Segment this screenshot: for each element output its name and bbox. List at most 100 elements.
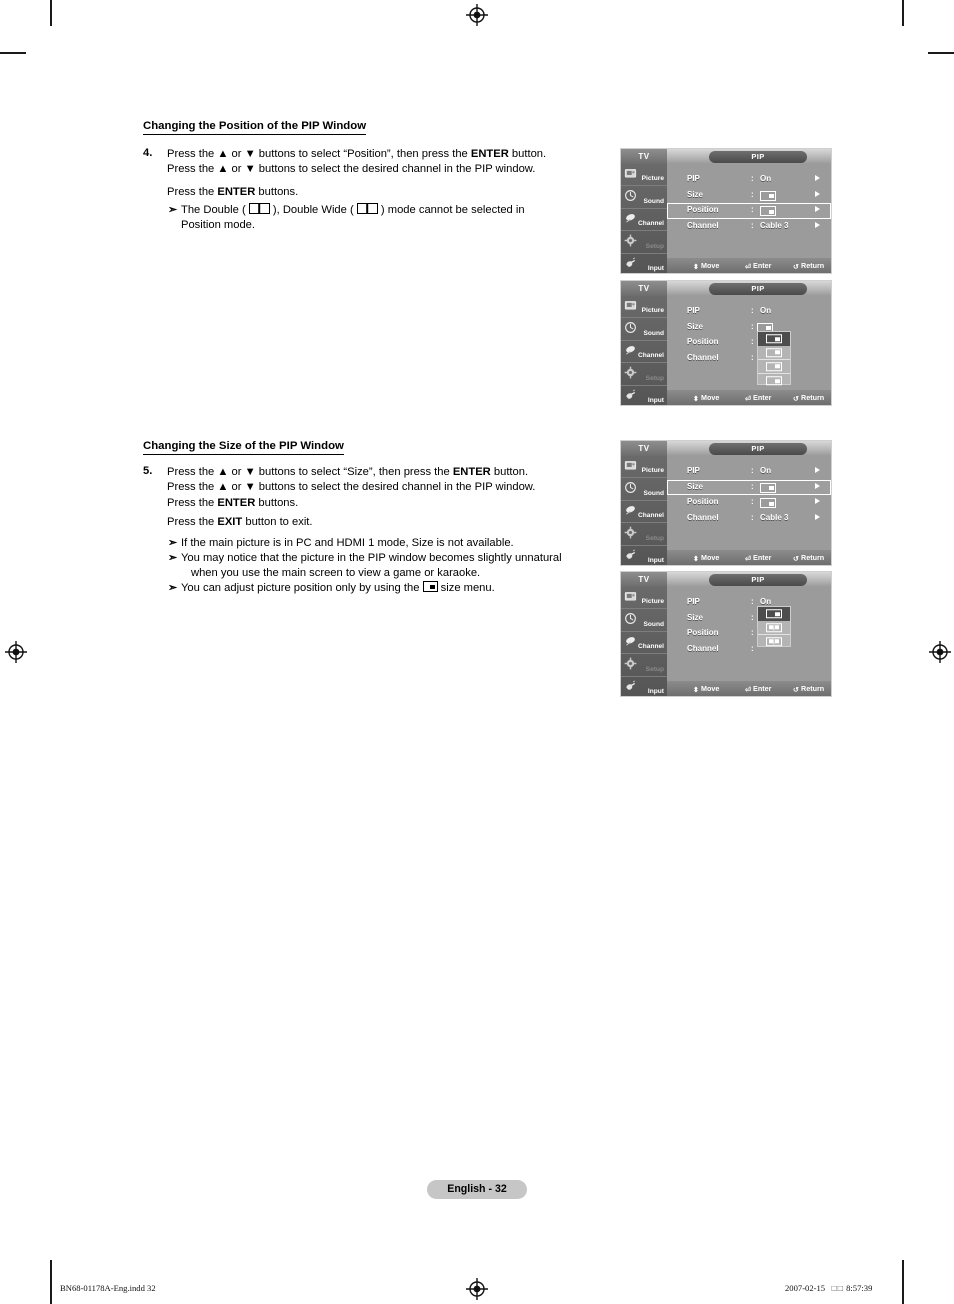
osd3-row-pip[interactable]: PIP : On <box>667 464 831 480</box>
osd4-label-channel: Channel <box>687 643 719 653</box>
sidebar-label-channel: Channel <box>637 220 664 228</box>
section-heading-size: Changing the Size of the PIP Window <box>143 440 344 455</box>
enter-icon-4: ⏎ <box>745 685 752 694</box>
osd3-row-channel[interactable]: Channel : Cable 3 <box>667 511 831 527</box>
osd2-row-position[interactable]: Position : <box>667 335 831 351</box>
step5-line1-c: buttons to select “Size”, then press the <box>255 466 453 478</box>
picture-icon-4 <box>624 592 637 601</box>
osd1-row-channel[interactable]: Channel : Cable 3 <box>667 219 831 235</box>
position-option-2[interactable] <box>758 346 790 360</box>
picture-icon <box>624 169 637 178</box>
position-option-1[interactable] <box>758 332 790 346</box>
osd4-row-pip[interactable]: PIP : On <box>667 595 831 611</box>
osd1-helpbar: ⬍ Move ⏎ Enter ↺ Return <box>667 258 831 273</box>
sidebar-item-input-2[interactable]: Input <box>621 386 667 405</box>
osd3-label-pip: PIP <box>687 466 700 475</box>
osd4-row-size[interactable]: Size : <box>667 611 831 627</box>
sidebar-item-setup-4[interactable]: Setup <box>621 654 667 677</box>
position-glyph-top-right-icon-2 <box>766 361 782 372</box>
sidebar-item-input-4[interactable]: Input <box>621 677 667 696</box>
sidebar-item-setup[interactable]: Setup <box>621 231 667 254</box>
osd2-sidebar: Picture Sound Channel Setup Input <box>621 296 667 405</box>
position-dropdown[interactable] <box>757 331 791 387</box>
osd3-return-hint: ↺ Return <box>793 553 825 563</box>
osd3-helpbar: ⬍ Move ⏎ Enter ↺ Return <box>667 550 831 565</box>
input-icon <box>626 257 635 267</box>
updown-arrow-icon-4: ⬍ <box>693 685 700 694</box>
sidebar-item-picture[interactable]: Picture <box>621 164 667 187</box>
sidebar-item-channel-2[interactable]: Channel <box>621 341 667 364</box>
footer-timestamp: 2007-02-15 □□ 8:57:39 <box>785 1283 872 1293</box>
osd2-row-channel[interactable]: Channel : <box>667 351 831 367</box>
registration-mark-left <box>5 641 27 663</box>
note3-b: size menu. <box>437 582 495 594</box>
osd1-row-size[interactable]: Size : <box>667 188 831 204</box>
sidebar-label-setup: Setup <box>645 242 664 250</box>
osd2-move-hint: ⬍ Move <box>693 393 720 403</box>
osd4-enter-hint: ⏎ Enter <box>745 684 772 694</box>
picture-icon-2 <box>624 301 637 310</box>
osd2-row-size[interactable]: Size : <box>667 320 831 336</box>
osd1-label-position: Position <box>687 205 719 214</box>
sidebar-label-sound-2: Sound <box>643 329 664 337</box>
sidebar-item-sound-3[interactable]: Sound <box>621 478 667 501</box>
sound-icon <box>625 190 636 202</box>
osd4-row-position[interactable]: Position : <box>667 626 831 642</box>
sidebar-label-input-4: Input <box>647 687 664 695</box>
note-double-mode-text: The Double ( ), Double Wide ( ) mode can… <box>168 203 598 234</box>
osd4-value-pip: On <box>760 597 772 606</box>
pip-size-icon <box>422 581 438 592</box>
osd1-colon-4: : <box>751 220 754 230</box>
osd3-position-glyph-icon <box>760 498 776 508</box>
osd4-label-position: Position <box>687 628 719 637</box>
sidebar-item-channel[interactable]: Channel <box>621 209 667 232</box>
sidebar-item-picture-3[interactable]: Picture <box>621 456 667 479</box>
sidebar-item-input-3[interactable]: Input <box>621 546 667 565</box>
size-option-double-wide[interactable] <box>758 635 790 648</box>
osd1-colon-2: : <box>751 189 754 199</box>
position-option-4[interactable] <box>758 374 790 387</box>
up-arrow-icon-4: ▲ <box>217 481 229 494</box>
osd4-colon-3: : <box>751 628 754 637</box>
sidebar-item-sound-4[interactable]: Sound <box>621 609 667 632</box>
osd4-main: PIP : On Size : Position : Channel : <box>667 587 831 681</box>
osd4-row-channel[interactable]: Channel : <box>667 642 831 658</box>
sidebar-item-sound[interactable]: Sound <box>621 186 667 209</box>
sidebar-item-setup-3[interactable]: Setup <box>621 523 667 546</box>
sidebar-item-input[interactable]: Input <box>621 254 667 273</box>
osd3-row-position[interactable]: Position : <box>667 495 831 511</box>
step5-line2-a: Press the <box>167 481 218 494</box>
osd1-row-pip[interactable]: PIP : On <box>667 172 831 188</box>
sidebar-item-sound-2[interactable]: Sound <box>621 318 667 341</box>
up-arrow-icon-3: ▲ <box>217 466 229 478</box>
sidebar-item-picture-2[interactable]: Picture <box>621 296 667 319</box>
osd1-value-channel: Cable 3 <box>760 220 789 230</box>
chevron-right-icon-2 <box>815 190 820 197</box>
crop-mark-top-right-horizontal <box>928 52 954 54</box>
up-arrow-icon-2: ▲ <box>217 163 229 176</box>
sidebar-item-setup-2[interactable]: Setup <box>621 363 667 386</box>
osd1-row-position[interactable]: Position : <box>667 203 831 219</box>
channel-icon-4 <box>626 636 635 646</box>
channel-icon-3 <box>626 505 635 515</box>
sidebar-item-channel-4[interactable]: Channel <box>621 632 667 655</box>
size-dropdown[interactable] <box>757 606 791 647</box>
osd4-colon-4: : <box>751 643 754 653</box>
osd4-sidebar: Picture Sound Channel Setup Input <box>621 587 667 696</box>
position-option-3[interactable] <box>758 360 790 374</box>
size-option-double[interactable] <box>758 621 790 635</box>
crop-mark-top-left-horizontal <box>0 52 26 54</box>
sidebar-item-picture-4[interactable]: Picture <box>621 587 667 610</box>
osd3-row-size[interactable]: Size : <box>667 479 831 495</box>
note3-a: You can adjust picture position only by … <box>181 582 423 594</box>
osd1-label-size: Size <box>687 189 704 199</box>
osd2-row-pip[interactable]: PIP : On <box>667 304 831 320</box>
osd4-label-pip: PIP <box>687 597 700 606</box>
osd4-titlebar: TV PIP <box>621 572 831 587</box>
osd3-menu-title: PIP <box>709 442 807 455</box>
osd2-helpbar: ⬍ Move ⏎ Enter ↺ Return <box>667 390 831 405</box>
input-icon-2 <box>626 389 635 399</box>
sidebar-label-setup-4: Setup <box>645 665 664 673</box>
size-option-pip[interactable] <box>758 607 790 621</box>
sidebar-item-channel-3[interactable]: Channel <box>621 501 667 524</box>
